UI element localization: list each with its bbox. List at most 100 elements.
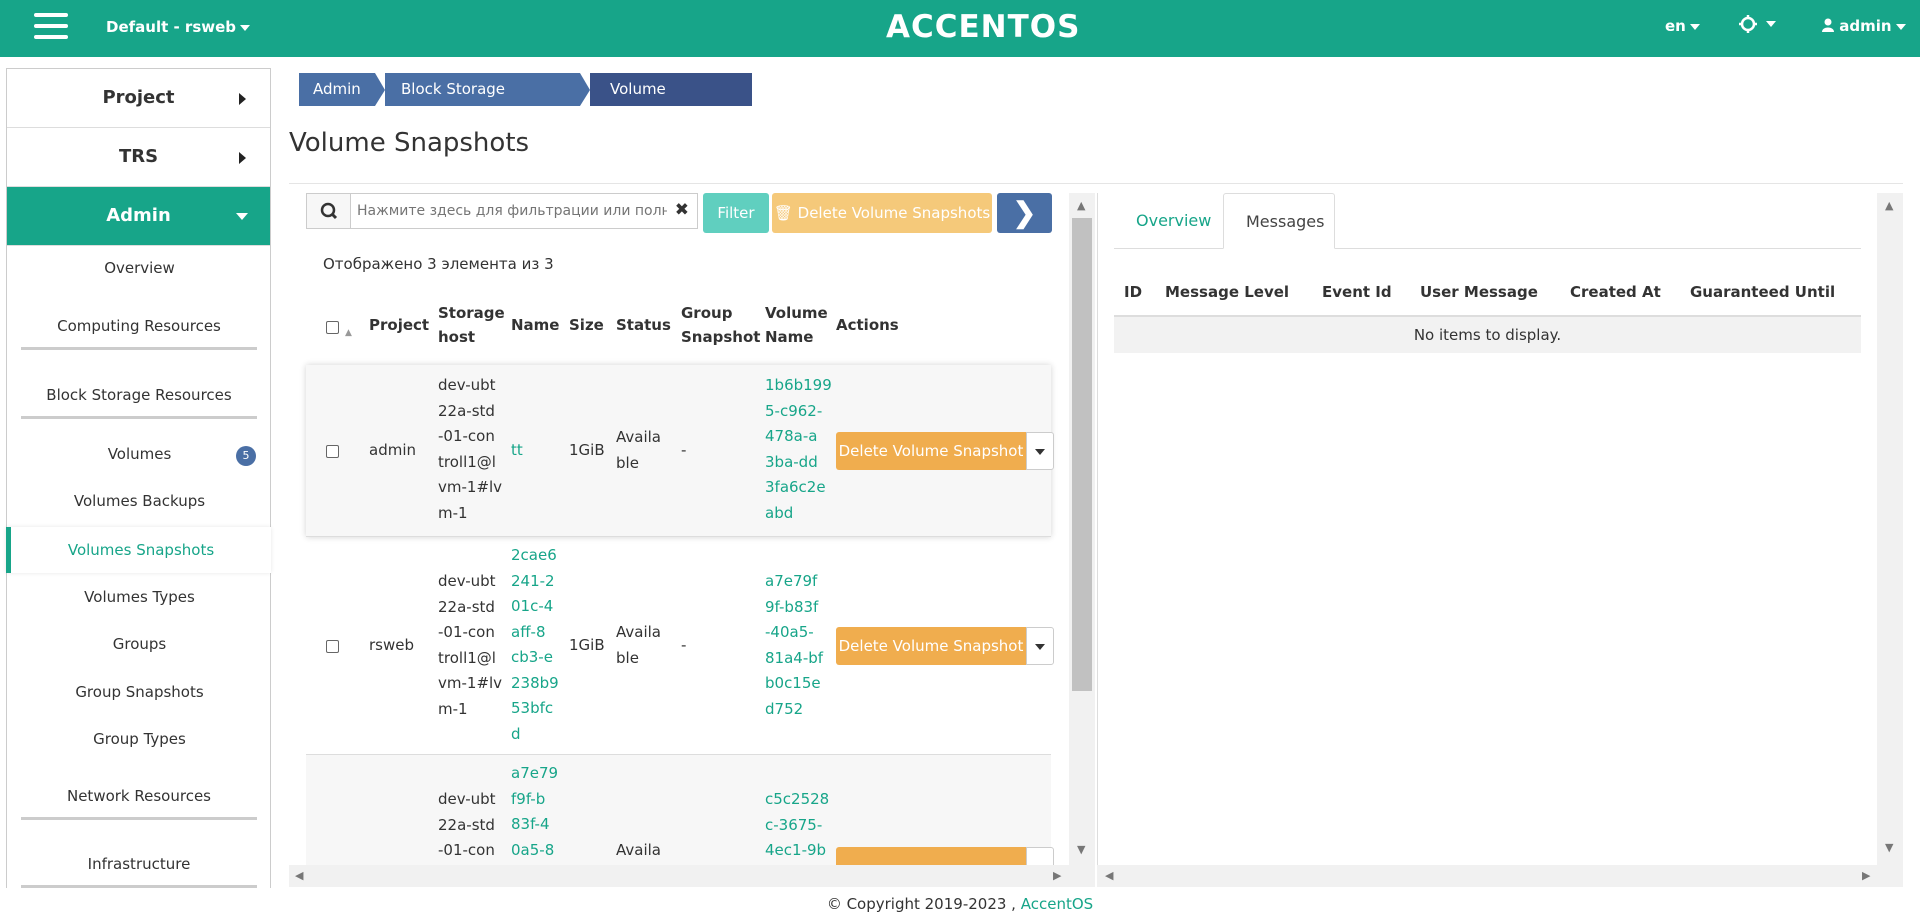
sidebar-item-group-snapshots[interactable]: Group Snapshots: [7, 683, 272, 701]
text-line: -01-con: [438, 841, 495, 859]
delete-volume-snapshots-label: Delete Volume Snapshots: [797, 204, 991, 222]
breadcrumb-admin[interactable]: Admin: [299, 73, 375, 106]
sidebar-section-label: TRS: [118, 146, 159, 167]
text-line: cb3-e: [511, 648, 553, 666]
row-volume-link[interactable]: 1b6b199 5-c962- 478a-a 3ba-dd 3fa6c2e abd: [765, 373, 832, 526]
sidebar-item-volumes[interactable]: Volumes 5: [7, 445, 272, 467]
delete-volume-snapshots-button[interactable]: 🗑 Delete Volume Snapshots: [772, 193, 992, 233]
row-checkbox[interactable]: [326, 445, 339, 458]
select-all-checkbox[interactable]: [326, 321, 339, 334]
text-line: -01-con: [438, 623, 495, 641]
chevron-down-icon: [1895, 23, 1906, 30]
text-line: 22a-std: [438, 401, 495, 420]
column-header-storage-host[interactable]: Storage host: [438, 301, 505, 349]
sidebar-item-groups[interactable]: Groups: [7, 635, 272, 653]
tab-overview[interactable]: Overview: [1114, 193, 1233, 249]
detail-horizontal-scrollbar[interactable]: ◀ ▶: [1097, 865, 1903, 887]
project-switcher[interactable]: Default - rsweb: [106, 18, 251, 36]
filter-button[interactable]: Filter: [703, 193, 769, 233]
scroll-left-icon[interactable]: ◀: [1105, 869, 1113, 882]
column-header-name[interactable]: Name: [511, 313, 559, 337]
sidebar-item-label: Volumes: [107, 445, 172, 463]
column-header-project[interactable]: Project: [369, 313, 429, 337]
breadcrumb-block-storage[interactable]: Block Storage Resources: [385, 73, 580, 131]
sidebar-item-volumes-snapshots[interactable]: Volumes Snapshots: [6, 527, 271, 573]
text-line: 478a-a: [765, 427, 818, 445]
user-dropdown[interactable]: admin: [1822, 17, 1906, 35]
column-header-group-snapshot[interactable]: Group Snapshot: [681, 301, 760, 349]
delete-volume-snapshot-button[interactable]: Delete Volume Snapshot: [836, 627, 1026, 665]
text-line: 9f-b83f: [765, 597, 819, 616]
column-header-size[interactable]: Size: [569, 313, 604, 337]
header-line: host: [438, 328, 476, 346]
sort-asc-icon[interactable]: ▲: [345, 321, 352, 345]
row-status: Availa ble: [616, 425, 661, 476]
row-actions-dropdown[interactable]: [1026, 432, 1054, 470]
text-line: abd: [765, 503, 794, 522]
column-header-volume-name[interactable]: Volume Name: [765, 301, 828, 349]
sidebar-group-computing-resources[interactable]: Computing Resources: [21, 317, 257, 350]
sidebar-item-group-types[interactable]: Group Types: [7, 730, 272, 748]
language-dropdown[interactable]: en: [1665, 17, 1700, 35]
scroll-right-icon[interactable]: ▶: [1053, 869, 1061, 882]
row-name-link[interactable]: 2cae6 241-2 01c-4 aff-8 cb3-e 238b9 53bfc d: [511, 543, 559, 747]
row-group-snapshot: -: [681, 441, 687, 459]
row-name-link[interactable]: tt: [511, 438, 523, 464]
header-line: Group: [681, 304, 733, 322]
user-icon: [1822, 18, 1834, 32]
scroll-left-icon[interactable]: ◀: [295, 869, 303, 882]
scrollbar-thumb[interactable]: [1072, 218, 1092, 691]
header-line: Snapshot: [681, 328, 761, 346]
table-horizontal-scrollbar[interactable]: ◀ ▶: [289, 865, 1069, 887]
detail-vertical-scrollbar[interactable]: ▲ ▼: [1877, 193, 1903, 865]
scroll-up-icon[interactable]: ▲: [1077, 199, 1085, 212]
sidebar-section-admin[interactable]: Admin: [7, 187, 270, 246]
text-line: 2cae6: [511, 546, 557, 564]
scroll-down-icon[interactable]: ▼: [1885, 841, 1893, 854]
column-header-user-message: User Message: [1420, 283, 1538, 301]
row-checkbox[interactable]: [326, 640, 339, 653]
search-icon[interactable]: [307, 194, 351, 228]
row-actions-dropdown[interactable]: [1026, 627, 1054, 665]
language-label: en: [1665, 17, 1686, 35]
text-line: dev-ubt: [438, 376, 496, 394]
sidebar-group-infrastructure[interactable]: Infrastructure: [21, 855, 257, 888]
row-name-link[interactable]: a7e79 f9f-b 83f-4 0a5-8: [511, 761, 558, 863]
sidebar-section-project[interactable]: Project: [7, 69, 270, 128]
chevron-right-icon[interactable]: ❯: [997, 193, 1052, 233]
scroll-down-icon[interactable]: ▼: [1077, 843, 1085, 856]
chevron-down-icon: [1035, 644, 1045, 650]
sidebar-group-network-resources[interactable]: Network Resources: [21, 787, 257, 820]
settings-dropdown[interactable]: [1738, 14, 1776, 34]
search-input[interactable]: [357, 200, 667, 222]
text-line: -40a5-: [765, 623, 814, 641]
delete-volume-snapshot-button[interactable]: Delete Volume Snapshot: [836, 432, 1026, 470]
tab-messages[interactable]: Messages: [1223, 193, 1335, 249]
text-line: aff-8: [511, 622, 546, 641]
brand-logo: ACCENTOS: [886, 9, 1081, 45]
divider: [289, 183, 1903, 184]
row-volume-link[interactable]: c5c2528 c-3675- 4ec1-9b: [765, 787, 829, 864]
text-line: 238b9: [511, 673, 559, 692]
column-header-status[interactable]: Status: [616, 313, 671, 337]
scroll-up-icon[interactable]: ▲: [1885, 199, 1893, 212]
chevron-right-icon: [239, 93, 246, 105]
sidebar-item-volumes-types[interactable]: Volumes Types: [7, 588, 272, 606]
text-line: 5-c962-: [765, 401, 823, 420]
table-vertical-scrollbar[interactable]: ▲ ▼: [1069, 193, 1095, 887]
menu-icon[interactable]: [34, 13, 68, 43]
text-line: 241-2: [511, 571, 555, 590]
row-volume-link[interactable]: a7e79f 9f-b83f -40a5- 81a4-bf b0c15e d752: [765, 569, 823, 722]
breadcrumb-separator: [375, 73, 385, 106]
clear-icon[interactable]: ✖: [675, 200, 689, 220]
sidebar-item-volumes-backups[interactable]: Volumes Backups: [7, 492, 272, 510]
sidebar-group-block-storage[interactable]: Block Storage Resources: [21, 386, 257, 419]
chevron-down-icon: [236, 213, 248, 220]
sidebar-item-overview[interactable]: Overview: [7, 259, 272, 277]
accentos-link[interactable]: AccentOS: [1021, 895, 1093, 913]
sidebar-section-trs[interactable]: TRS: [7, 128, 270, 187]
scroll-right-icon[interactable]: ▶: [1862, 869, 1870, 882]
breadcrumb-separator: [580, 73, 590, 106]
sidebar-item-label: Volumes Backups: [73, 492, 206, 510]
text-line: troll1@l: [438, 452, 496, 471]
